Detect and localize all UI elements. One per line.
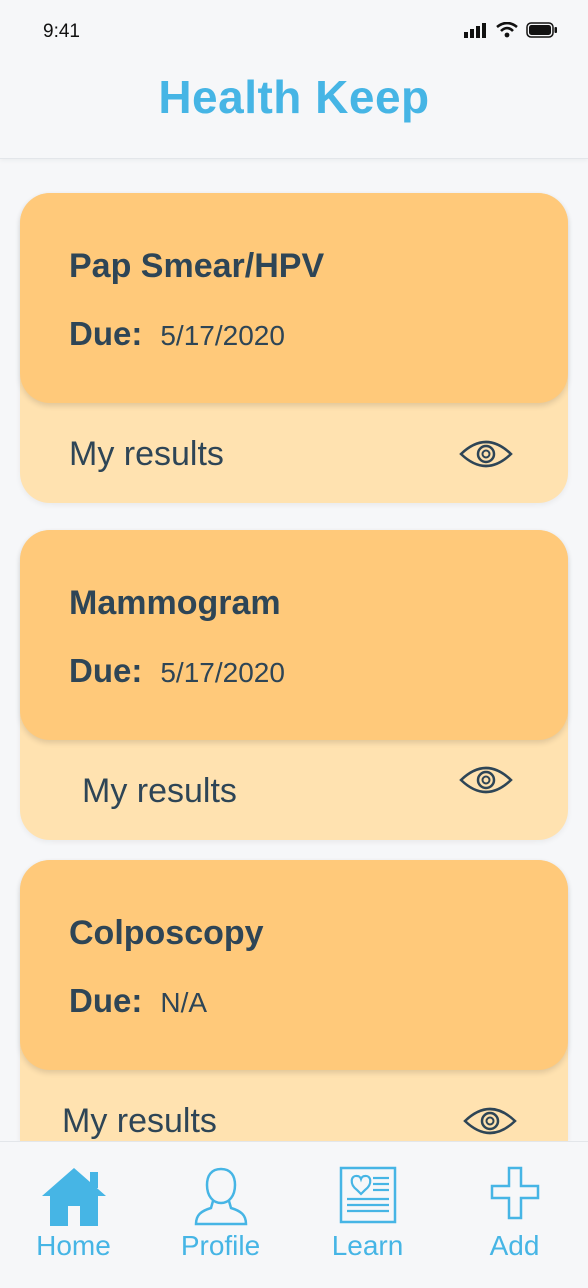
screening-card[interactable]: Pap Smear/HPV Due: 5/17/2020 My results <box>20 193 568 503</box>
signal-icon <box>464 23 486 38</box>
nav-home-label: Home <box>36 1230 111 1261</box>
screening-card[interactable]: Colposcopy Due: N/A My results <box>20 860 568 1170</box>
nav-home[interactable]: Home <box>0 1142 147 1288</box>
home-icon <box>41 1168 106 1226</box>
screening-title: Colposcopy <box>69 914 264 952</box>
due-label: Due: <box>69 982 143 1019</box>
battery-icon <box>526 22 557 38</box>
nav-profile-label: Profile <box>180 1230 261 1261</box>
status-time: 9:41 <box>43 21 80 42</box>
learn-icon <box>339 1166 396 1224</box>
card-header: Colposcopy Due: N/A <box>20 860 568 1070</box>
card-header: Mammogram Due: 5/17/2020 <box>20 530 568 740</box>
profile-icon <box>194 1167 247 1226</box>
bottom-nav: Home Profile Learn Add <box>0 1141 588 1288</box>
nav-add[interactable]: Add <box>441 1142 588 1288</box>
nav-profile[interactable]: Profile <box>147 1142 294 1288</box>
due-label: Due: <box>69 315 143 352</box>
due-date-row: Due: 5/17/2020 <box>69 652 285 690</box>
status-icons <box>464 22 558 38</box>
screening-title: Mammogram <box>69 584 281 622</box>
card-header: Pap Smear/HPV Due: 5/17/2020 <box>20 193 568 403</box>
screening-card[interactable]: Mammogram Due: 5/17/2020 My results <box>20 530 568 840</box>
due-date-row: Due: 5/17/2020 <box>69 315 285 353</box>
due-date-value: 5/17/2020 <box>160 657 285 688</box>
my-results-link[interactable]: My results <box>82 772 237 811</box>
due-date-value: 5/17/2020 <box>160 320 285 351</box>
wifi-icon <box>496 22 518 38</box>
nav-learn[interactable]: Learn <box>294 1142 441 1288</box>
due-label: Due: <box>69 652 143 689</box>
app-title: Health Keep <box>158 71 430 123</box>
due-date-value: N/A <box>160 987 208 1018</box>
eye-icon[interactable] <box>459 763 513 797</box>
eye-icon[interactable] <box>459 437 513 471</box>
my-results-link[interactable]: My results <box>62 1102 217 1141</box>
status-bar: 9:41 <box>0 0 588 60</box>
screening-title: Pap Smear/HPV <box>69 247 325 285</box>
my-results-link[interactable]: My results <box>69 435 224 474</box>
nav-add-label: Add <box>489 1230 540 1261</box>
add-icon <box>490 1166 539 1220</box>
nav-learn-label: Learn <box>331 1230 404 1261</box>
app-header: 9:41 Health Keep <box>0 0 588 159</box>
due-date-row: Due: N/A <box>69 982 207 1020</box>
eye-icon[interactable] <box>463 1104 517 1138</box>
